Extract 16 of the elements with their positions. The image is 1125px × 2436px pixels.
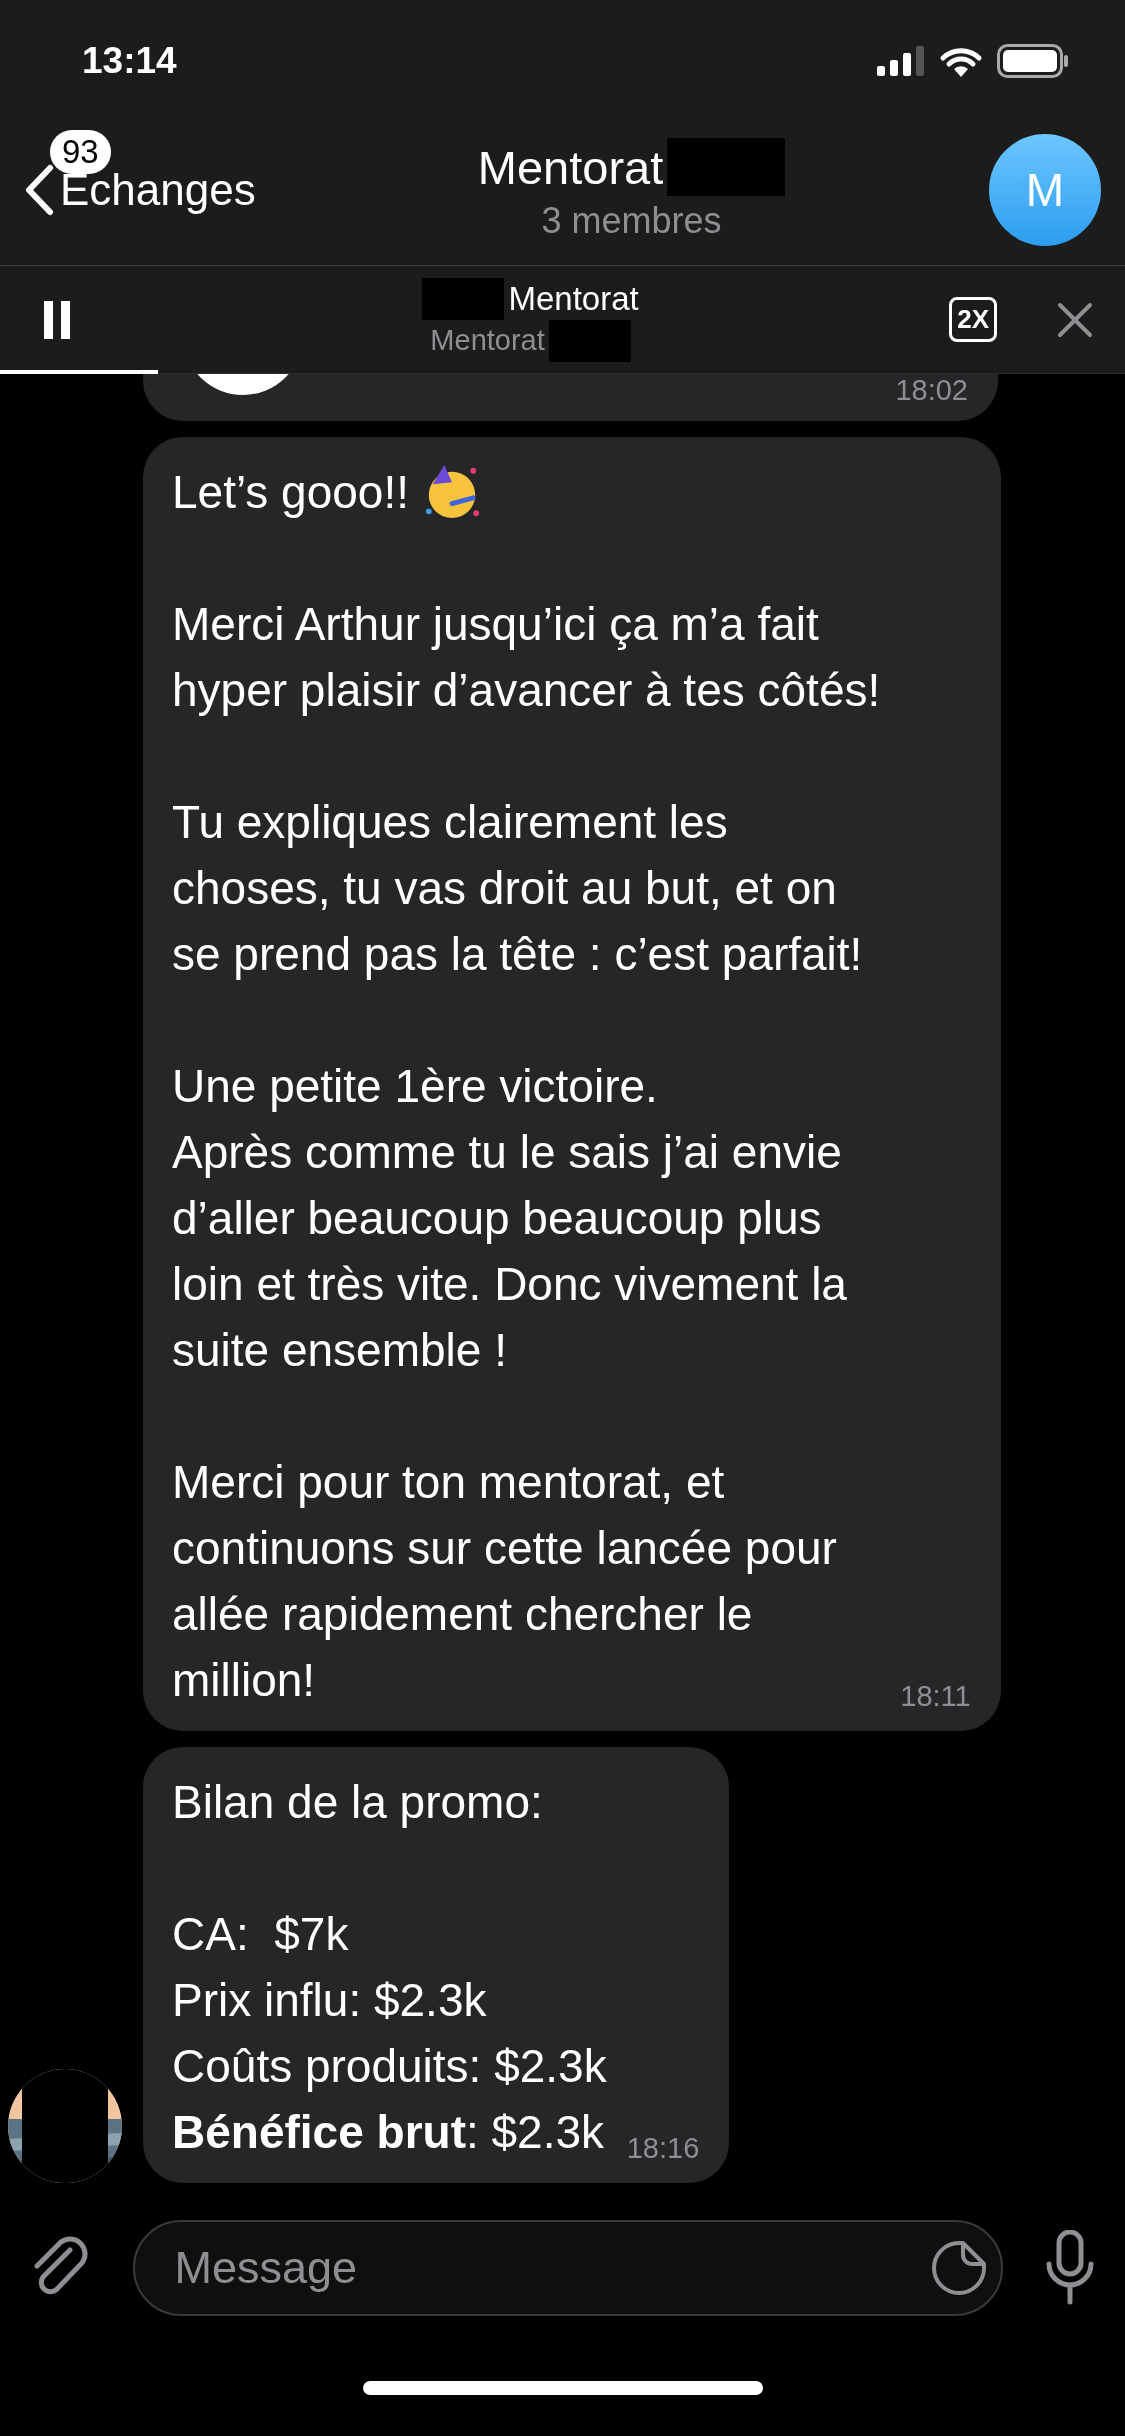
message-field[interactable]: Message: [132, 2219, 1003, 2316]
unread-badge: 93: [50, 130, 111, 174]
audio-title: Mentorat: [508, 279, 639, 318]
back-button[interactable]: Echanges 93: [24, 130, 354, 216]
message-time: 18:16: [626, 2132, 700, 2165]
message-text: Let’s gooo!!: [172, 465, 409, 520]
playback-speed-button[interactable]: 2X: [949, 297, 997, 342]
message-time: 18:02: [895, 374, 968, 407]
audio-subtitle: Mentorat: [430, 324, 545, 357]
message-text: Merci Arthur jusqu’ici ça m’a fait hyper plaisir d’avancer à tes côtés! Tu expliques clairement les choses, tu vas droit au but, et on se prend pas la tête : c’est parfait! Une petite 1ère victoire. Après comme tu le sais j’ai envie d’aller beaucoup beaucoup plus loin et très vite. Donc vivement la suite ensemble ! Merci pour ton mentorat, et continuons sur cette lancée pour allée rapidement chercher le million!: [172, 597, 881, 1708]
message-text: Bilan de la promo: CA: $7k Prix influ: $2.3k Coûts produits: $2.3k Bénéfice brut: $2.3k: [172, 1775, 607, 2160]
chat-title: Mentorat: [477, 139, 664, 195]
member-count: 3 membres: [541, 200, 722, 242]
message-time: 18:11: [900, 1680, 971, 1713]
status-time: 13:14: [82, 38, 177, 82]
message-input[interactable]: Message: [172, 2240, 931, 2295]
